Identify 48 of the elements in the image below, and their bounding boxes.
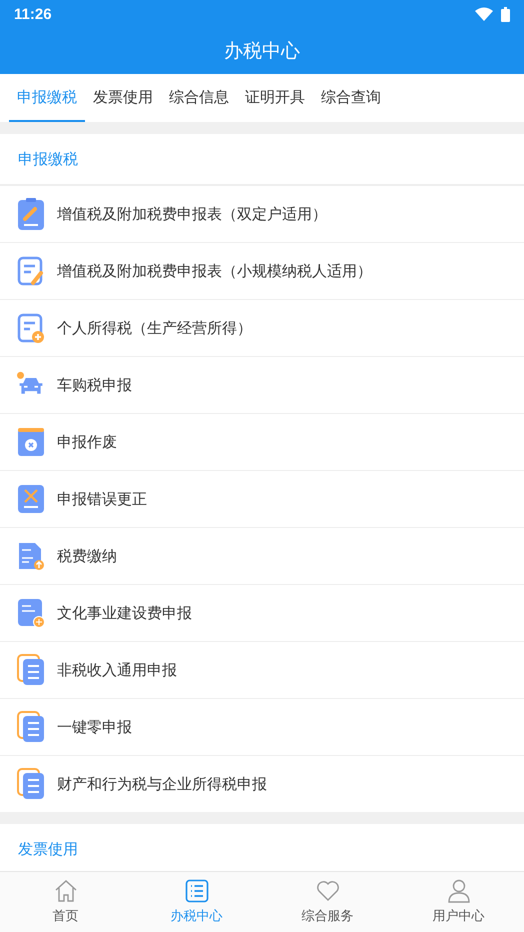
user-icon: [446, 879, 470, 903]
menu-item[interactable]: 增值税及附加税费申报表（小规模纳税人适用）: [0, 242, 524, 299]
form-plus-icon: [17, 312, 45, 344]
tab[interactable]: 发票使用: [85, 74, 161, 122]
clipboard-icon: [17, 198, 45, 230]
menu-item[interactable]: 税费缴纳: [0, 527, 524, 584]
menu-item-label: 税费缴纳: [57, 546, 117, 566]
menu-item[interactable]: 申报错误更正: [0, 470, 524, 527]
status-time: 11:26: [14, 6, 52, 22]
nav-tab[interactable]: 综合服务: [262, 872, 393, 932]
menu-item-label: 财产和行为税与企业所得税申报: [57, 774, 267, 794]
documents-icon: [17, 768, 45, 800]
box-x-icon: [17, 483, 45, 515]
list-icon: [184, 879, 208, 903]
menu-item-label: 个人所得税（生产经营所得）: [57, 318, 252, 338]
tab[interactable]: 证明开具: [237, 74, 313, 122]
home-icon: [54, 879, 78, 903]
menu-item-label: 增值税及附加税费申报表（小规模纳税人适用）: [57, 262, 372, 280]
documents-icon: [17, 711, 45, 743]
form-pen-icon: [17, 255, 45, 287]
menu-item[interactable]: 增值税及附加税费申报表（双定户适用）: [0, 185, 524, 242]
menu-item-label: 车购税申报: [57, 376, 132, 394]
menu-item-label: 申报作废: [57, 432, 117, 452]
window-x-icon: [17, 426, 45, 458]
tab[interactable]: 综合查询: [313, 74, 389, 122]
menu-item[interactable]: 个人所得税（生产经营所得）: [0, 299, 524, 356]
nav-tab[interactable]: 首页: [0, 872, 131, 932]
menu-item[interactable]: 文化事业建设费申报: [0, 584, 524, 641]
menu-item-label: 申报错误更正: [57, 490, 147, 508]
menu-item[interactable]: 非税收入通用申报: [0, 641, 524, 698]
menu-item-label: 非税收入通用申报: [57, 660, 177, 680]
tab[interactable]: 综合信息: [161, 74, 237, 122]
menu-item-label: 文化事业建设费申报: [57, 604, 192, 622]
menu-item[interactable]: 申报作废: [0, 413, 524, 470]
documents-icon: [17, 654, 45, 686]
document-icon: [17, 540, 45, 572]
wifi-icon: [475, 7, 493, 21]
menu-item[interactable]: 车购税申报: [0, 356, 524, 413]
document-icon: [17, 597, 45, 629]
menu-item[interactable]: 一键零申报: [0, 698, 524, 755]
battery-icon: [501, 6, 510, 22]
page-title: 办税中心: [224, 39, 300, 64]
section-title: 申报缴税: [18, 150, 78, 168]
nav-tab[interactable]: 用户中心: [393, 872, 524, 932]
menu-item-label: 增值税及附加税费申报表（双定户适用）: [57, 204, 327, 224]
heart-icon: [316, 879, 340, 903]
section-title: 发票使用: [18, 840, 78, 858]
menu-item-label: 一键零申报: [57, 718, 132, 736]
